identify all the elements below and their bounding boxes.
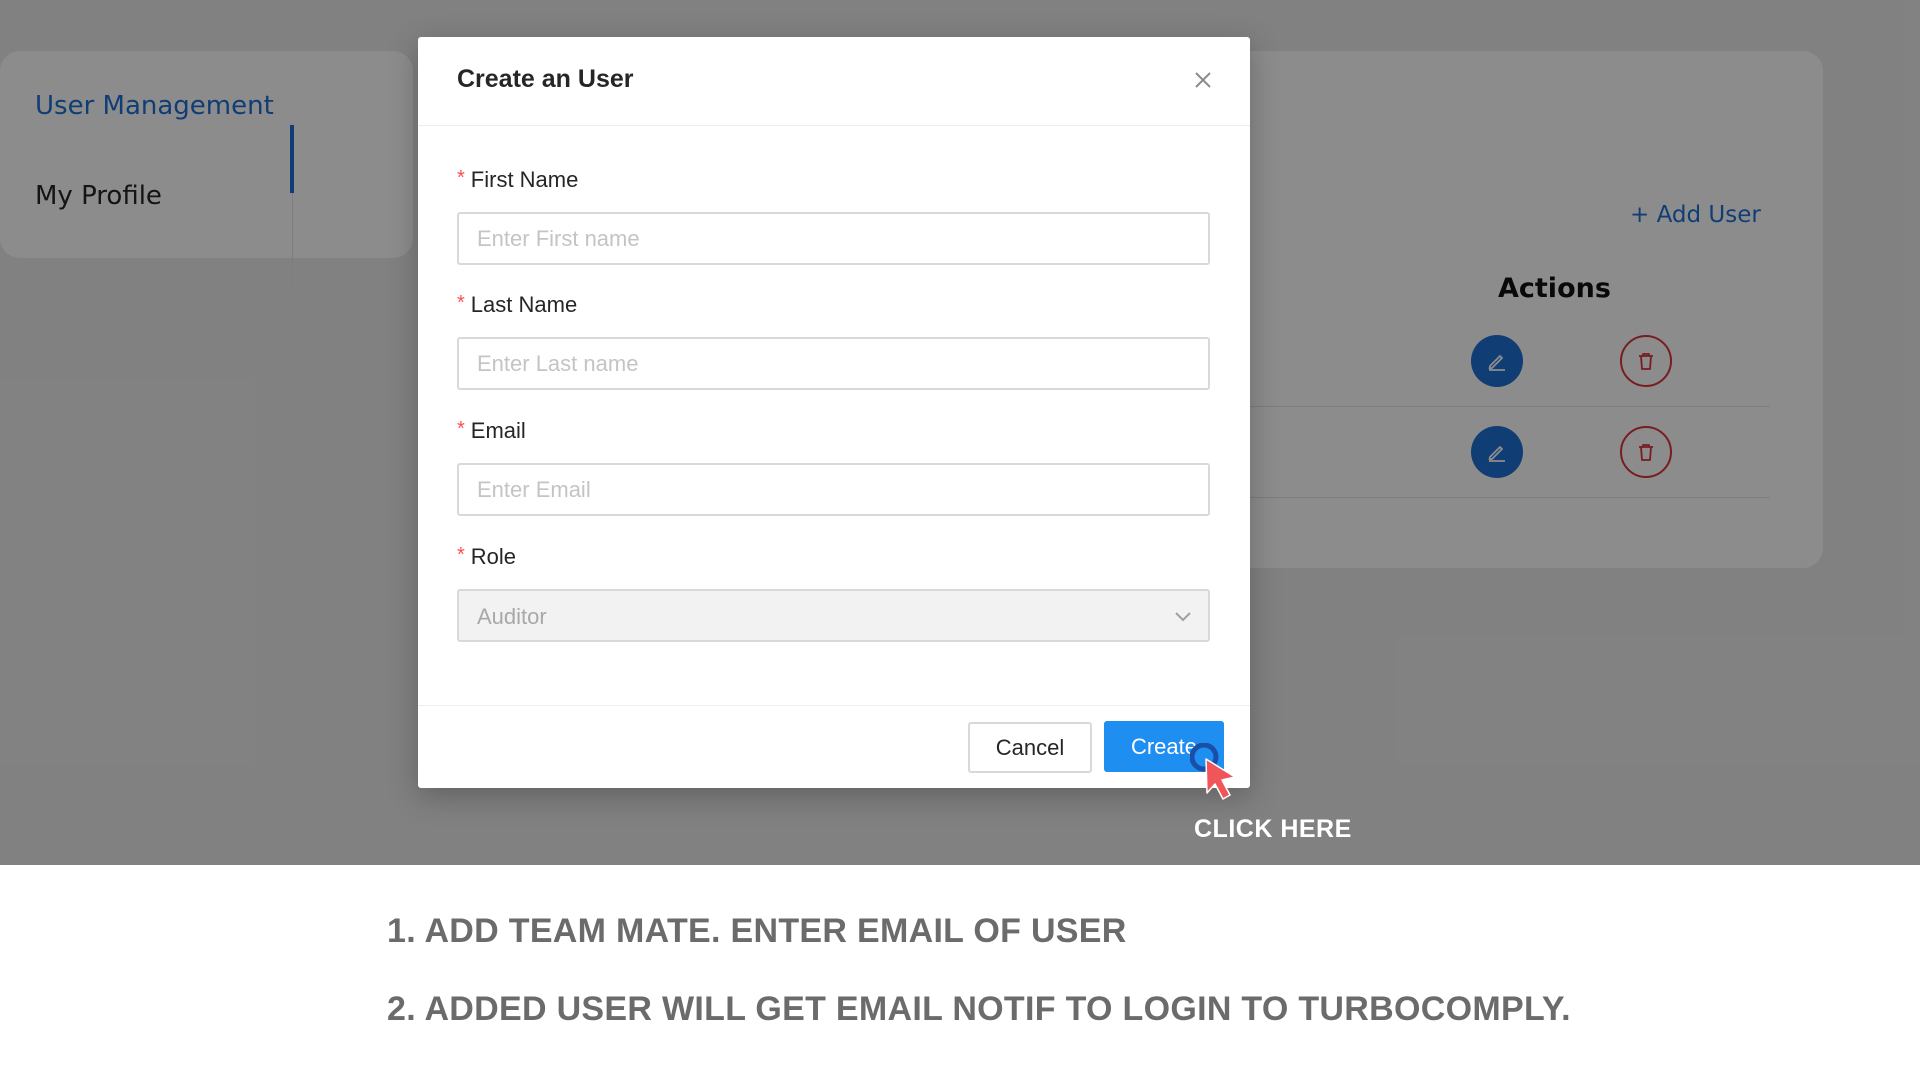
chevron-down-icon	[1175, 612, 1191, 622]
last-name-input[interactable]	[457, 337, 1210, 390]
role-select-value: Auditor	[477, 604, 547, 629]
required-mark: *	[457, 544, 465, 566]
close-button[interactable]	[1188, 65, 1218, 95]
modal-title: Create an User	[457, 65, 634, 93]
email-label: * Email	[457, 418, 526, 443]
required-mark: *	[457, 292, 465, 314]
modal-header: Create an User	[418, 37, 1250, 126]
modal-footer: Cancel Create	[418, 705, 1250, 788]
last-name-label: * Last Name	[457, 292, 578, 317]
instruction-step-1: 1. ADD TEAM MATE. ENTER EMAIL OF USER	[387, 912, 1127, 950]
first-name-input[interactable]	[457, 212, 1210, 265]
instruction-step-2: 2. ADDED USER WILL GET EMAIL NOTIF TO LO…	[387, 990, 1571, 1028]
role-label: * Role	[457, 544, 517, 569]
required-mark: *	[457, 167, 465, 189]
required-mark: *	[457, 418, 465, 440]
cancel-button[interactable]: Cancel	[968, 722, 1092, 773]
create-user-modal: Create an User *First Name *Last Name *E…	[418, 37, 1250, 788]
email-input[interactable]	[457, 463, 1210, 516]
close-icon	[1195, 72, 1211, 88]
click-here-callout: CLICK HERE	[1194, 815, 1352, 843]
first-name-label: * First Name	[457, 167, 579, 192]
role-select[interactable]: Auditor	[457, 589, 1210, 642]
cursor-pointer-icon	[1190, 743, 1236, 800]
